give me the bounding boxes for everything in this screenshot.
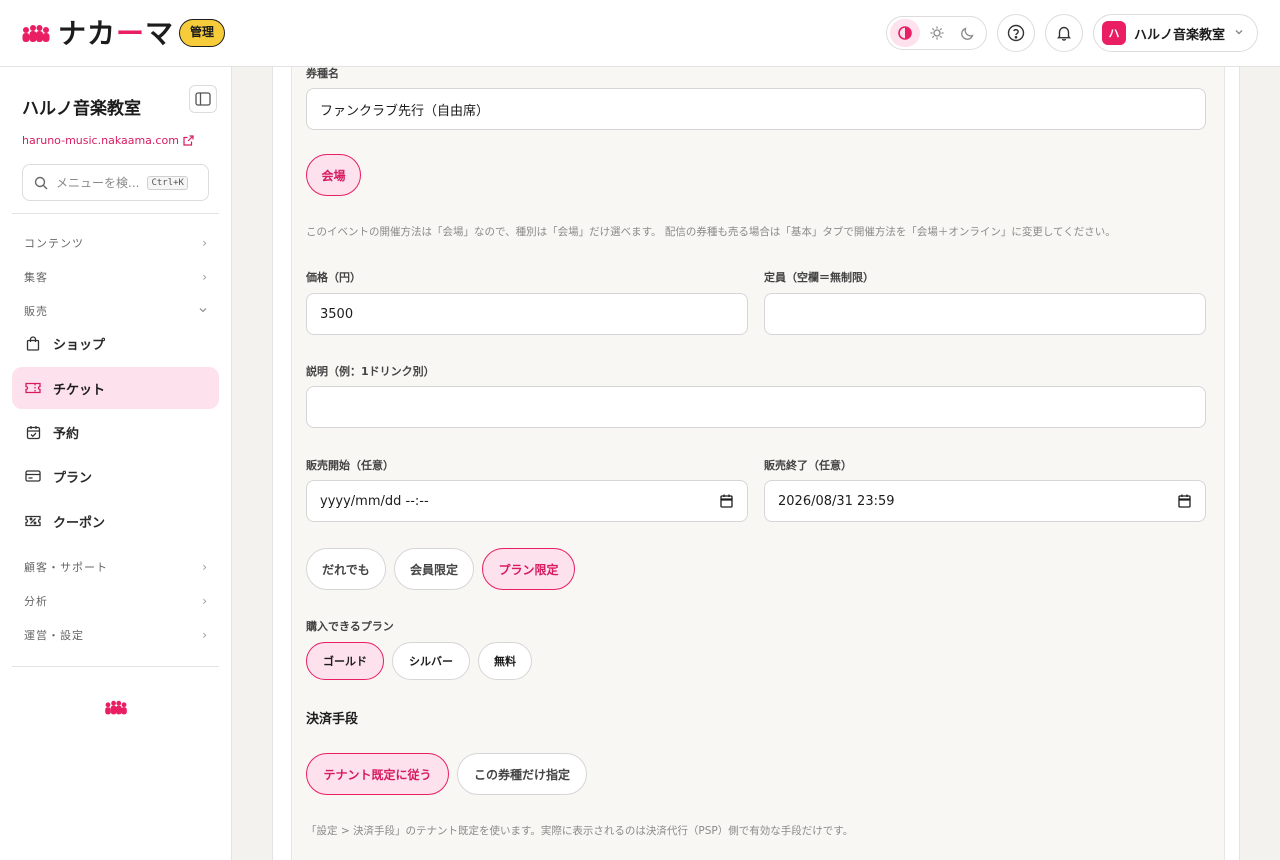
sidebar-divider	[12, 213, 219, 214]
help-icon	[1007, 24, 1025, 42]
sidebar-group-operations[interactable]: 運営・設定 ›	[24, 627, 208, 643]
people-logo-icon	[22, 25, 50, 42]
calendar-icon[interactable]	[1178, 494, 1191, 512]
description-input[interactable]	[306, 386, 1206, 428]
external-link-icon	[183, 135, 194, 146]
sidebar-toggle-icon	[195, 92, 211, 106]
payment-option-tenant-default[interactable]: テナント既定に従う	[306, 753, 449, 795]
price-input[interactable]: 3500	[306, 293, 748, 335]
chevron-down-icon	[1233, 26, 1245, 41]
menu-search-input[interactable]: メニューを検... Ctrl+K	[22, 164, 209, 201]
chevron-right-icon: ›	[202, 560, 208, 574]
payment-hint: 「設定 > 決済手段」のテナント既定を使います。実際に表示されるのは決済代行（P…	[306, 825, 854, 837]
sidebar-group-customers[interactable]: 顧客・サポート ›	[24, 559, 208, 575]
app-header: ナカーマ 管理 ハ ハルノ音楽教室	[0, 0, 1280, 67]
payment-section-title: 決済手段	[306, 712, 359, 727]
site-link[interactable]: haruno-music.nakaama.com	[22, 134, 194, 147]
bell-icon	[1057, 26, 1071, 41]
help-button[interactable]	[997, 14, 1035, 52]
notifications-button[interactable]	[1045, 14, 1083, 52]
sidebar-collapse-button[interactable]	[189, 85, 217, 113]
coupon-icon	[25, 513, 41, 529]
sidebar-item-reservation[interactable]: 予約	[12, 411, 219, 453]
logo-text: ナカーマ	[58, 17, 175, 50]
sale-end-label: 販売終了（任意）	[764, 459, 852, 472]
calendar-icon[interactable]	[720, 494, 733, 512]
ticket-type-form	[291, 67, 1225, 860]
capacity-label: 定員（空欄＝無制限）	[764, 271, 874, 284]
sidebar-item-plan[interactable]: プラン	[12, 455, 219, 497]
sidebar-group-acquisition[interactable]: 集客 ›	[24, 269, 208, 285]
sun-icon[interactable]	[922, 19, 952, 47]
sale-start-value: yyyy/mm/dd --:--	[320, 493, 429, 509]
account-avatar: ハ	[1102, 21, 1126, 45]
plan-option-gold[interactable]: ゴールド	[306, 642, 384, 680]
chevron-right-icon: ›	[202, 270, 208, 284]
sale-end-input[interactable]: 2026/08/31 23:59	[764, 480, 1206, 522]
sidebar-group-analytics[interactable]: 分析 ›	[24, 593, 208, 609]
sale-start-input[interactable]: yyyy/mm/dd --:--	[306, 480, 748, 522]
shopping-bag-icon	[25, 335, 41, 351]
chevron-right-icon: ›	[202, 628, 208, 642]
description-label: 説明（例：1ドリンク別）	[306, 365, 435, 378]
sidebar-title: ハルノ音楽教室	[22, 99, 141, 119]
audience-option-members[interactable]: 会員限定	[394, 548, 474, 590]
admin-badge: 管理	[179, 19, 226, 47]
chevron-right-icon: ›	[202, 594, 208, 608]
account-name: ハルノ音楽教室	[1134, 27, 1226, 43]
ticket-name-input[interactable]: ファンクラブ先行（自由席）	[306, 88, 1206, 130]
card-icon	[25, 468, 41, 484]
plan-option-silver[interactable]: シルバー	[392, 642, 470, 680]
search-placeholder: メニューを検...	[56, 176, 140, 190]
calendar-check-icon	[25, 424, 41, 440]
chevron-right-icon: ›	[202, 236, 208, 250]
sale-start-label: 販売開始（任意）	[306, 459, 394, 472]
type-pill-venue[interactable]: 会場	[306, 154, 361, 196]
account-menu-button[interactable]: ハ ハルノ音楽教室	[1093, 14, 1258, 52]
search-icon	[34, 176, 48, 189]
contrast-icon[interactable]	[890, 19, 920, 47]
sale-end-value: 2026/08/31 23:59	[778, 493, 895, 509]
app-logo[interactable]: ナカーマ	[22, 19, 174, 49]
people-logo-icon	[105, 700, 127, 715]
type-hint: このイベントの開催方法は「会場」なので、種別は「会場」だけ選べます。 配信の券種…	[306, 226, 1116, 238]
sidebar-item-shop[interactable]: ショップ	[12, 322, 219, 364]
capacity-input[interactable]	[764, 293, 1206, 335]
plans-label: 購入できるプラン	[306, 620, 394, 633]
sidebar-item-coupon[interactable]: クーポン	[12, 500, 219, 542]
payment-option-custom[interactable]: この券種だけ指定	[457, 753, 587, 795]
ticket-icon	[25, 380, 41, 396]
audience-option-plan[interactable]: プラン限定	[482, 548, 575, 590]
plan-option-free[interactable]: 無料	[478, 642, 532, 680]
shortcut-hint: Ctrl+K	[147, 175, 188, 190]
sidebar-divider	[12, 666, 219, 667]
price-label: 価格（円）	[306, 271, 361, 284]
sidebar-item-ticket[interactable]: チケット	[12, 367, 219, 409]
sidebar-group-contents[interactable]: コンテンツ ›	[24, 235, 208, 251]
moon-icon[interactable]	[953, 19, 983, 47]
chevron-down-icon	[198, 304, 208, 318]
ticket-name-label: 券種名	[306, 67, 339, 80]
sidebar: ハルノ音楽教室 haruno-music.nakaama.com メニューを検.…	[0, 67, 232, 860]
sidebar-group-sales[interactable]: 販売	[24, 303, 208, 319]
theme-toggle	[886, 16, 987, 50]
audience-option-anyone[interactable]: だれでも	[306, 548, 386, 590]
